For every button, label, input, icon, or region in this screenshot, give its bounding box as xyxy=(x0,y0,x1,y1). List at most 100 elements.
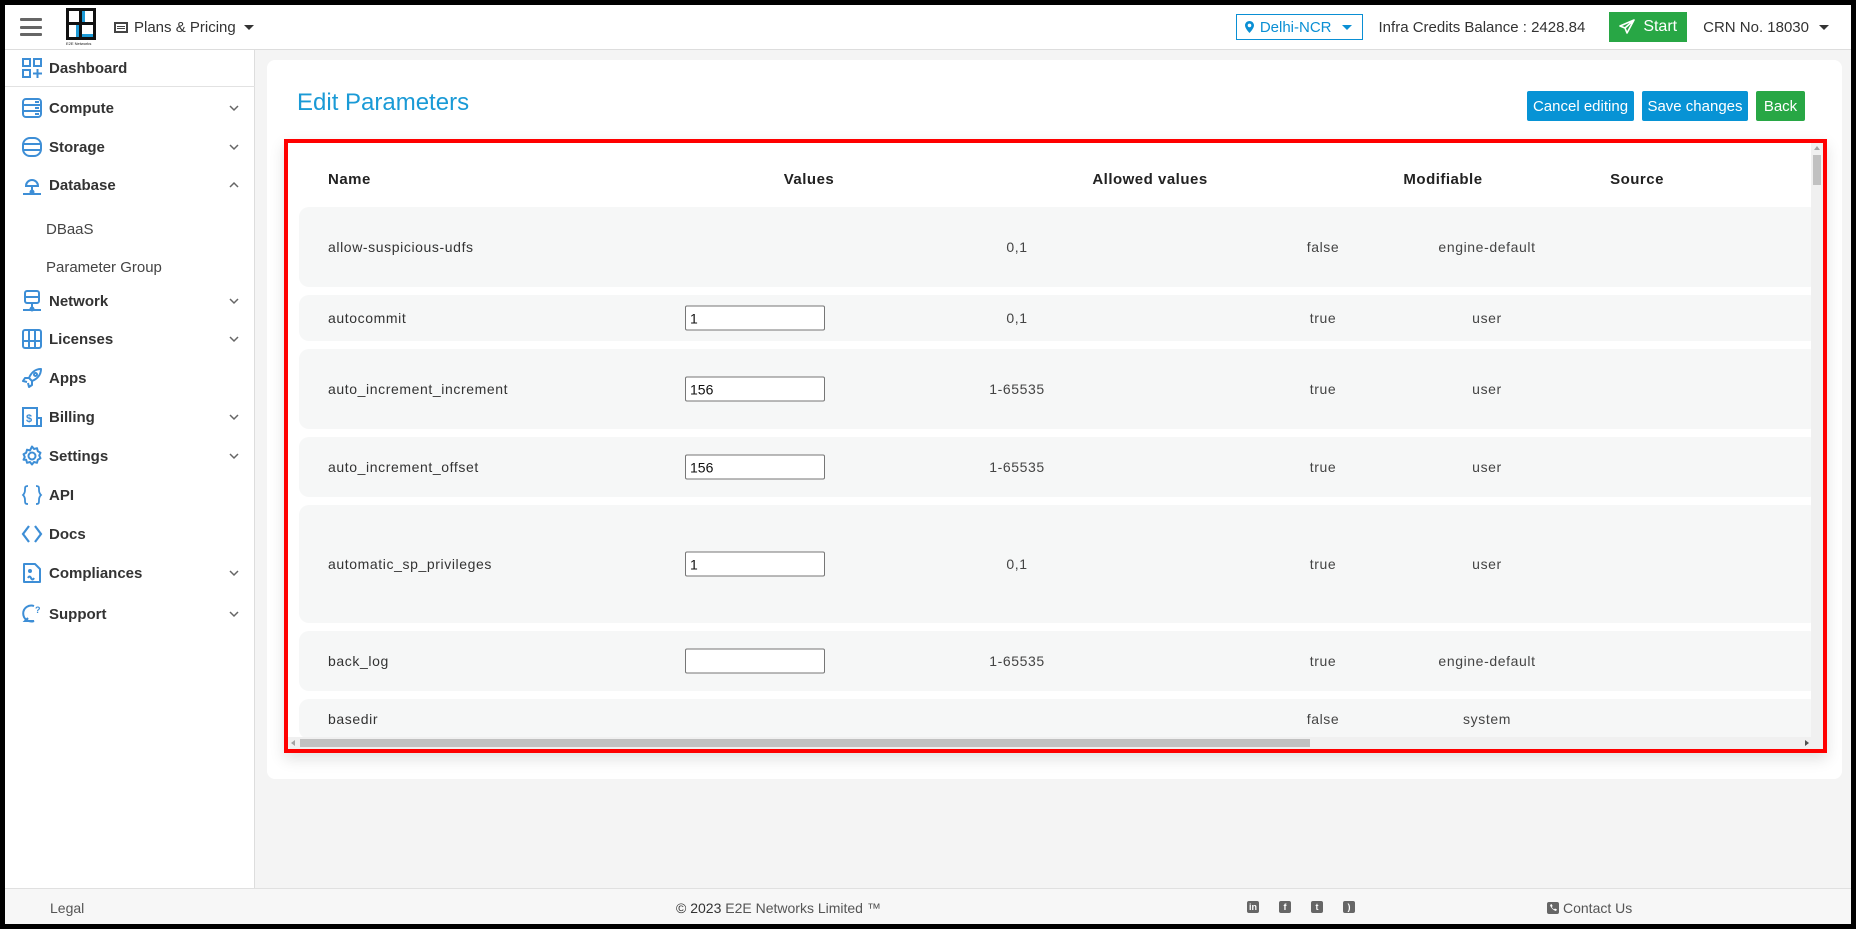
sidebar-item-dashboard[interactable]: Dashboard xyxy=(5,50,255,86)
sidebar-item-database[interactable]: Database xyxy=(5,167,255,203)
copyright: © 2023 E2E Networks Limited ™ xyxy=(676,900,881,916)
horizontal-scrollbar[interactable] xyxy=(288,737,1823,749)
param-value-input[interactable] xyxy=(685,648,825,674)
edit-parameters-card: Edit Parameters Cancel editing Save chan… xyxy=(267,60,1842,779)
chevron-down-icon xyxy=(229,570,239,577)
param-modifiable: false xyxy=(1306,711,1340,727)
sidebar: Dashboard Compute Storage Database DBaaS… xyxy=(5,50,255,888)
contact-us-link[interactable]: Contact Us xyxy=(1547,900,1632,916)
column-header-allowed-values: Allowed values xyxy=(1092,171,1208,188)
server-icon xyxy=(21,97,43,119)
param-allowed-values: 1-65535 xyxy=(989,653,1045,669)
sidebar-item-api[interactable]: API xyxy=(5,477,255,513)
sidebar-item-billing[interactable]: $ Billing xyxy=(5,399,255,435)
chevron-down-icon xyxy=(229,105,239,112)
param-source: engine-default xyxy=(1438,653,1536,669)
cancel-editing-button[interactable]: Cancel editing xyxy=(1527,91,1634,121)
sidebar-item-network[interactable]: Network xyxy=(5,283,255,319)
param-modifiable: false xyxy=(1306,239,1340,255)
region-selector[interactable]: Delhi-NCR xyxy=(1235,14,1363,40)
start-button[interactable]: Start xyxy=(1609,12,1688,42)
caret-down-icon xyxy=(1341,24,1352,30)
param-allowed-values: 0,1 xyxy=(1006,310,1028,326)
param-value-input[interactable] xyxy=(685,376,825,402)
sidebar-label: Apps xyxy=(49,369,87,387)
chevron-down-icon xyxy=(229,414,239,421)
save-changes-button[interactable]: Save changes xyxy=(1642,91,1748,121)
caret-down-icon xyxy=(1819,24,1829,30)
legal-link[interactable]: Legal xyxy=(50,900,84,916)
param-modifiable: true xyxy=(1309,653,1337,669)
sidebar-item-support[interactable]: ? Support xyxy=(5,596,255,632)
column-header-name: Name xyxy=(328,171,371,188)
sidebar-sublabel: DBaaS xyxy=(46,220,94,238)
database-stack-icon xyxy=(21,136,43,158)
param-allowed-values: 0,1 xyxy=(1006,556,1028,572)
param-value-input[interactable] xyxy=(685,305,825,331)
top-navbar: E2E Networks Plans & Pricing Delhi-NCR I… xyxy=(5,5,1851,50)
contact-us-label: Contact Us xyxy=(1563,900,1633,916)
back-button[interactable]: Back xyxy=(1756,91,1805,121)
table-row: automatic_sp_privileges 0,1 true user xyxy=(299,505,1819,623)
param-modifiable: true xyxy=(1309,556,1337,572)
sidebar-subitem-dbaas[interactable]: DBaaS xyxy=(5,214,255,244)
dashboard-icon xyxy=(21,57,43,79)
svg-text:?: ? xyxy=(35,605,41,615)
cloud-network-icon xyxy=(21,174,43,196)
param-modifiable: true xyxy=(1309,381,1337,397)
braces-icon xyxy=(21,484,43,506)
sidebar-item-compute[interactable]: Compute xyxy=(5,90,255,126)
gear-icon xyxy=(21,445,43,467)
chevron-down-icon xyxy=(229,453,239,460)
scroll-left-arrow-icon[interactable] xyxy=(291,740,295,746)
sidebar-item-licenses[interactable]: Licenses xyxy=(5,321,255,357)
sidebar-divider xyxy=(5,86,255,87)
scroll-up-arrow-icon[interactable] xyxy=(1814,146,1820,150)
horizontal-scroll-thumb[interactable] xyxy=(300,739,1310,747)
caret-down-icon xyxy=(243,24,254,30)
chevron-down-icon xyxy=(229,611,239,618)
sidebar-item-settings[interactable]: Settings xyxy=(5,438,255,474)
sidebar-label: Database xyxy=(49,176,116,194)
twitter-icon[interactable]: t xyxy=(1311,901,1323,913)
chevron-down-icon xyxy=(229,298,239,305)
table-row: auto_increment_increment 1-65535 true user xyxy=(299,349,1819,429)
region-label: Delhi-NCR xyxy=(1259,18,1332,36)
sidebar-label: Network xyxy=(49,292,109,310)
account-crn-dropdown[interactable]: CRN No. 18030 xyxy=(1703,19,1829,36)
plans-pricing-dropdown[interactable]: Plans & Pricing xyxy=(114,19,254,36)
footer: Legal © 2023 E2E Networks Limited ™ in f… xyxy=(5,888,1851,924)
sidebar-item-docs[interactable]: Docs xyxy=(5,516,255,552)
sidebar-item-compliances[interactable]: Compliances xyxy=(5,555,255,591)
sidebar-label: Settings xyxy=(49,447,109,465)
sidebar-label: Storage xyxy=(49,138,105,156)
phone-icon xyxy=(1547,902,1559,914)
table-row: back_log 1-65535 true engine-default xyxy=(299,631,1819,691)
parameters-table: Name Values Allowed values Modifiable So… xyxy=(284,139,1827,753)
copyright-brand-link[interactable]: E2E Networks Limited ™ xyxy=(725,900,881,916)
param-value-input[interactable] xyxy=(685,454,825,480)
param-modifiable: true xyxy=(1309,310,1337,326)
e2e-logo[interactable]: E2E Networks xyxy=(66,8,96,46)
sidebar-subitem-parameter-group[interactable]: Parameter Group xyxy=(5,252,255,282)
document-icon xyxy=(21,562,43,584)
sidebar-label: Support xyxy=(49,605,107,623)
sidebar-label: API xyxy=(49,486,75,504)
param-allowed-values: 1-65535 xyxy=(989,459,1045,475)
param-allowed-values: 1-65535 xyxy=(989,381,1045,397)
param-name: back_log xyxy=(328,653,389,669)
menu-toggle-icon[interactable] xyxy=(20,18,42,36)
vertical-scrollbar[interactable] xyxy=(1811,143,1823,749)
sidebar-item-storage[interactable]: Storage xyxy=(5,129,255,165)
logo-text: E2E Networks xyxy=(66,41,92,46)
param-value-input[interactable] xyxy=(685,551,825,577)
table-row: basedir false system xyxy=(299,699,1819,739)
sidebar-item-apps[interactable]: Apps xyxy=(5,360,255,396)
facebook-icon[interactable]: f xyxy=(1279,901,1291,913)
rss-icon[interactable]: ) xyxy=(1343,901,1355,913)
app-window: E2E Networks Plans & Pricing Delhi-NCR I… xyxy=(5,5,1851,924)
linkedin-icon[interactable]: in xyxy=(1247,901,1259,913)
vertical-scroll-thumb[interactable] xyxy=(1813,155,1821,185)
param-name: auto_increment_offset xyxy=(328,459,479,475)
scroll-right-arrow-icon[interactable] xyxy=(1805,740,1809,746)
